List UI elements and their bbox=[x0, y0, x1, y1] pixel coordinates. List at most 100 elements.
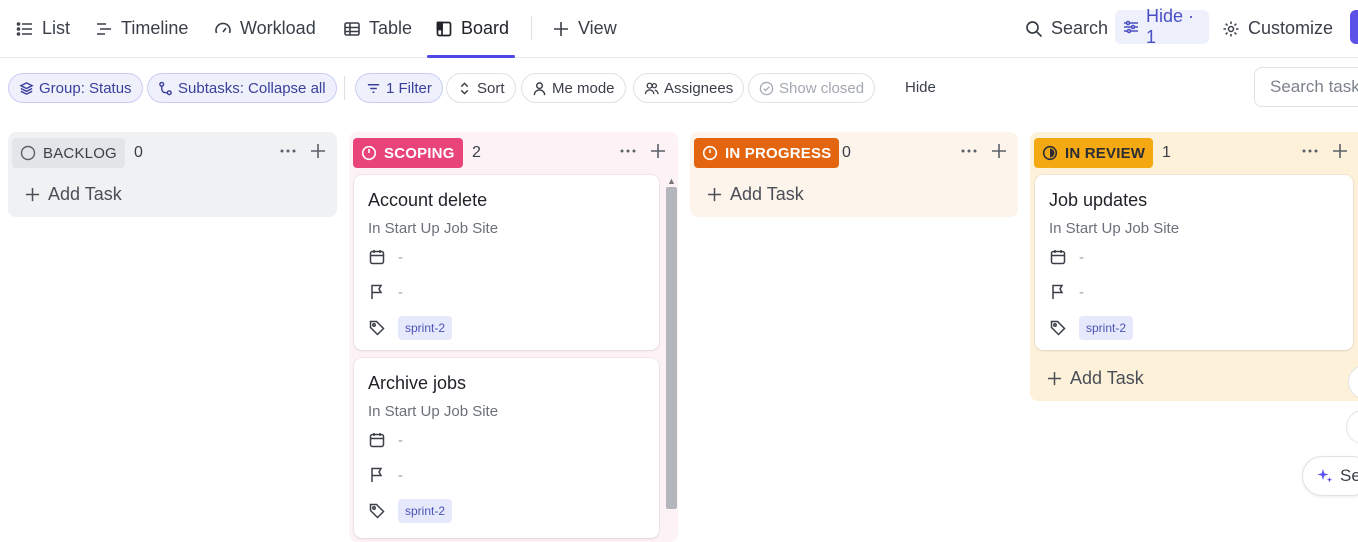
board-icon bbox=[436, 21, 452, 36]
tab-list[interactable]: List bbox=[16, 0, 70, 57]
column-scrollbar[interactable] bbox=[666, 187, 677, 509]
subtask-icon bbox=[159, 81, 172, 95]
ai-search-button[interactable]: Sea bbox=[1302, 456, 1358, 496]
add-task-label: Add Task bbox=[730, 183, 804, 204]
due-date-row[interactable]: - bbox=[368, 248, 403, 266]
plus-icon bbox=[25, 187, 40, 201]
floating-button[interactable] bbox=[1346, 410, 1358, 444]
tag-badge[interactable]: sprint-2 bbox=[1079, 316, 1134, 340]
tag-badge[interactable]: sprint-2 bbox=[398, 499, 453, 523]
scroll-up-arrow[interactable]: ▲ bbox=[667, 176, 676, 186]
more-icon[interactable] bbox=[279, 142, 297, 160]
column-actions bbox=[279, 142, 327, 160]
task-location: In Start Up Job Site bbox=[1049, 220, 1180, 237]
tab-workload[interactable]: Workload bbox=[214, 0, 316, 57]
priority-row[interactable]: - bbox=[1049, 283, 1084, 301]
column-actions bbox=[960, 142, 1008, 160]
tab-timeline[interactable]: Timeline bbox=[95, 0, 188, 57]
status-pill[interactable]: IN REVIEW bbox=[1034, 138, 1154, 168]
assignees-chip[interactable]: Assignees bbox=[633, 73, 745, 103]
hide-toolbar-button[interactable]: Hide bbox=[905, 79, 936, 96]
add-view-button[interactable]: View bbox=[552, 0, 617, 57]
plus-icon bbox=[1047, 371, 1062, 385]
search-icon bbox=[1026, 20, 1043, 37]
plus-icon bbox=[554, 21, 568, 36]
tag-icon bbox=[369, 503, 385, 519]
me-mode-chip[interactable]: Me mode bbox=[521, 73, 626, 103]
filter-label: 1 Filter bbox=[386, 79, 432, 97]
search-button[interactable]: Search bbox=[1025, 0, 1108, 57]
task-location: In Start Up Job Site bbox=[368, 403, 499, 420]
task-count: 1 bbox=[1162, 144, 1171, 161]
due-date-row[interactable]: - bbox=[1049, 248, 1084, 266]
task-title[interactable]: Job updates bbox=[1049, 190, 1147, 211]
due-date-value: - bbox=[1079, 248, 1084, 266]
sliders-icon bbox=[1124, 20, 1138, 34]
tags-row: sprint-2 bbox=[368, 316, 453, 340]
show-closed-chip[interactable]: Show closed bbox=[748, 73, 876, 103]
priority-row[interactable]: - bbox=[368, 283, 403, 301]
status-pill[interactable]: IN PROGRESS bbox=[694, 138, 840, 168]
tab-label: Timeline bbox=[121, 18, 189, 38]
customize-label: Customize bbox=[1248, 18, 1334, 38]
status-pill[interactable]: SCOPING bbox=[353, 138, 463, 168]
priority-value: - bbox=[1079, 283, 1084, 301]
status-circle-icon bbox=[702, 145, 718, 161]
group-by-chip[interactable]: Group: Status bbox=[8, 73, 143, 103]
add-task-button[interactable]: Add Task bbox=[707, 181, 804, 207]
plus-icon[interactable] bbox=[309, 142, 327, 160]
view-tabs-bar: List Timeline Workload Table Board View … bbox=[0, 0, 1358, 58]
plus-icon[interactable] bbox=[990, 142, 1008, 160]
tags-row: sprint-2 bbox=[1049, 316, 1134, 340]
hide-button[interactable]: Hide · 1 bbox=[1115, 6, 1209, 47]
due-date-row[interactable]: - bbox=[368, 431, 403, 449]
status-label: IN REVIEW bbox=[1065, 144, 1146, 162]
column-backlog: BACKLOG 0 Add Task bbox=[8, 132, 337, 217]
users-icon bbox=[644, 82, 659, 94]
task-card[interactable]: Archive jobs In Start Up Job Site - - sp… bbox=[354, 358, 659, 538]
customize-button[interactable]: Customize bbox=[1222, 0, 1333, 57]
hide-label: Hide · 1 bbox=[1146, 6, 1195, 47]
column-header: SCOPING 2 bbox=[349, 132, 678, 172]
search-tasks-placeholder: Search task bbox=[1270, 77, 1358, 96]
more-icon[interactable] bbox=[1301, 142, 1319, 160]
tab-label: Workload bbox=[240, 18, 316, 38]
assignees-label: Assignees bbox=[664, 79, 734, 97]
filter-chip[interactable]: 1 Filter bbox=[355, 73, 443, 103]
search-tasks-input[interactable]: Search task bbox=[1254, 67, 1358, 107]
task-count: 0 bbox=[842, 144, 851, 161]
task-count: 0 bbox=[134, 144, 143, 161]
user-icon bbox=[533, 81, 546, 95]
status-pill[interactable]: BACKLOG bbox=[12, 138, 125, 168]
add-task-button[interactable] bbox=[1350, 10, 1358, 44]
gauge-icon bbox=[215, 22, 231, 33]
active-tab-indicator bbox=[427, 55, 515, 58]
column-header: IN REVIEW 1 bbox=[1030, 132, 1358, 172]
plus-icon[interactable] bbox=[649, 142, 667, 160]
task-card[interactable]: Account delete In Start Up Job Site - - … bbox=[354, 175, 659, 350]
task-title[interactable]: Archive jobs bbox=[368, 373, 466, 394]
plus-icon[interactable] bbox=[1331, 142, 1349, 160]
tab-board[interactable]: Board bbox=[435, 0, 509, 57]
add-task-button[interactable]: Add Task bbox=[1047, 365, 1144, 391]
status-label: SCOPING bbox=[384, 144, 455, 162]
priority-row[interactable]: - bbox=[368, 466, 403, 484]
more-icon[interactable] bbox=[960, 142, 978, 160]
subtasks-label: Subtasks: Collapse all bbox=[178, 79, 326, 97]
sort-icon bbox=[460, 81, 469, 95]
task-card[interactable]: Job updates In Start Up Job Site - - spr… bbox=[1035, 175, 1353, 350]
calendar-icon bbox=[369, 433, 385, 448]
add-task-label: Add Task bbox=[1070, 367, 1144, 388]
list-icon bbox=[16, 21, 32, 36]
tab-table[interactable]: Table bbox=[343, 0, 412, 57]
priority-value: - bbox=[398, 283, 403, 301]
task-title[interactable]: Account delete bbox=[368, 190, 487, 211]
add-task-button[interactable]: Add Task bbox=[25, 181, 122, 207]
sort-chip[interactable]: Sort bbox=[446, 73, 516, 103]
due-date-value: - bbox=[398, 248, 403, 266]
subtasks-chip[interactable]: Subtasks: Collapse all bbox=[147, 73, 337, 103]
ai-button-label: Sea bbox=[1340, 466, 1358, 485]
tag-badge[interactable]: sprint-2 bbox=[398, 316, 453, 340]
more-icon[interactable] bbox=[619, 142, 637, 160]
priority-value: - bbox=[398, 466, 403, 484]
